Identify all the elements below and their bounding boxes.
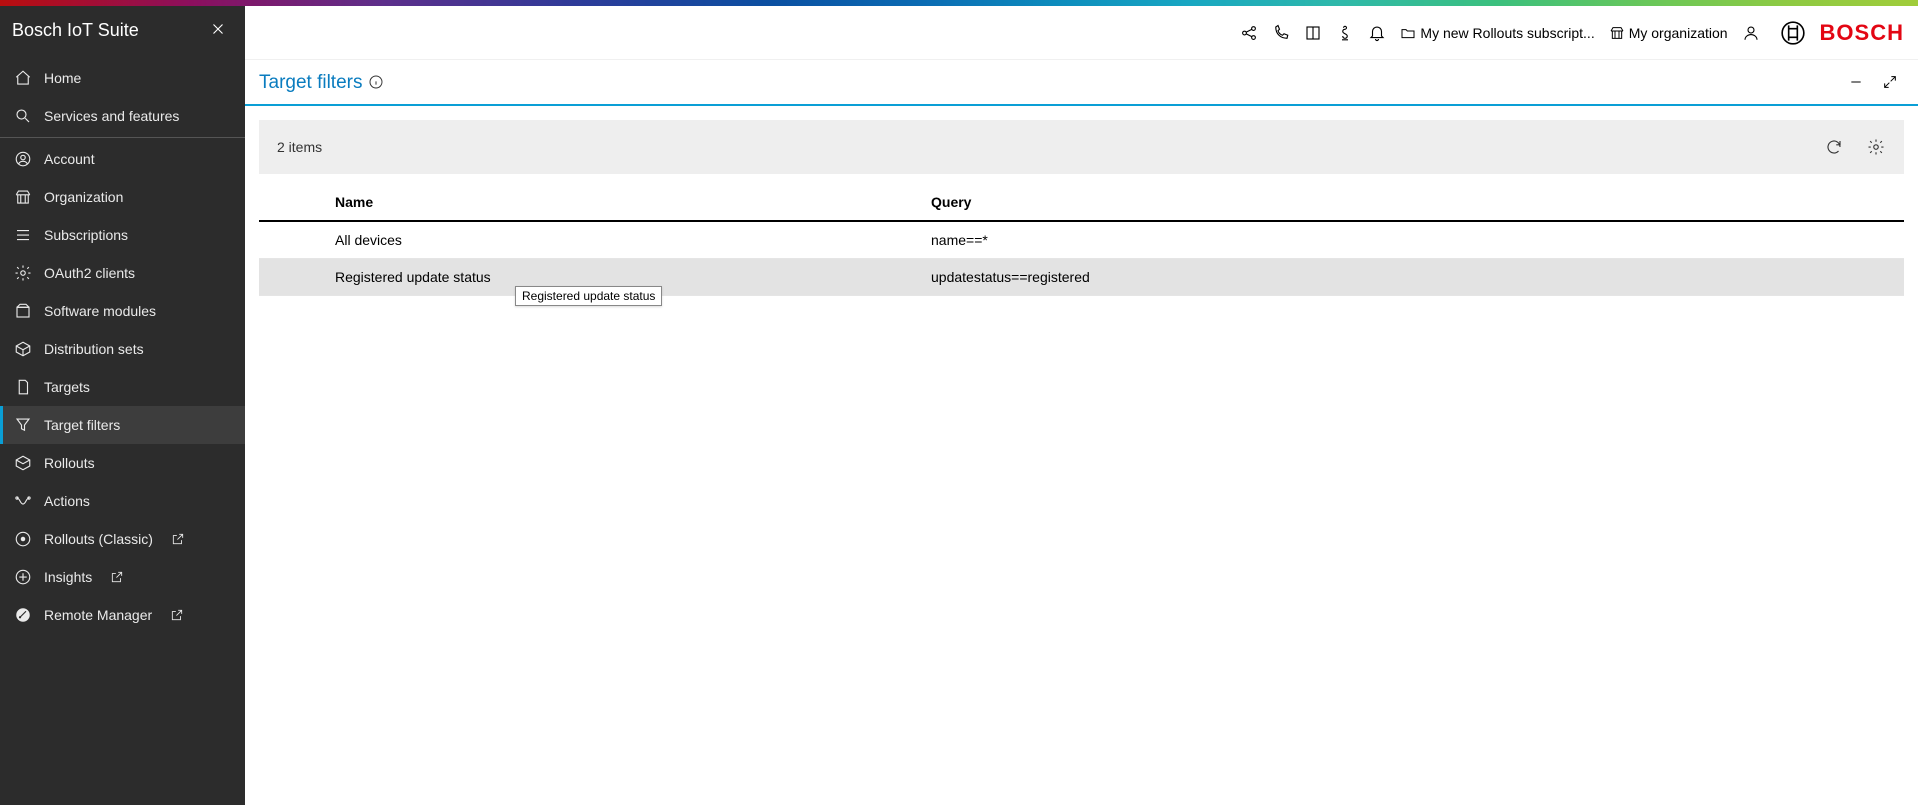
sidebar-item-services[interactable]: Services and features	[0, 97, 245, 135]
sidebar-item-label: Subscriptions	[44, 227, 128, 243]
actions-icon	[14, 492, 32, 510]
expand-icon[interactable]	[1882, 74, 1898, 93]
sidebar-item-label: OAuth2 clients	[44, 265, 135, 281]
main: My new Rollouts subscript... My organiza…	[245, 6, 1918, 805]
sidebar-item-distribution-sets[interactable]: Distribution sets	[0, 330, 245, 368]
sidebar-item-label: Targets	[44, 379, 90, 395]
subscription-link[interactable]: My new Rollouts subscript...	[1396, 25, 1598, 41]
external-link-icon	[171, 532, 185, 546]
sidebar-item-label: Insights	[44, 569, 92, 585]
page-header: Target filters	[245, 60, 1918, 106]
user-icon[interactable]	[1738, 20, 1764, 46]
settings-icon[interactable]	[1866, 137, 1886, 157]
item-count: 2 items	[277, 139, 322, 155]
sidebar-item-label: Account	[44, 151, 95, 167]
sidebar: Bosch IoT Suite Home Services and featur…	[0, 6, 245, 805]
home-icon	[14, 69, 32, 87]
page-title: Target filters	[259, 72, 362, 94]
table-header-row: Name Query	[259, 184, 1904, 221]
book-icon[interactable]	[1300, 20, 1326, 46]
circle-dot-icon	[14, 530, 32, 548]
sidebar-item-targets[interactable]: Targets	[0, 368, 245, 406]
sidebar-divider	[0, 137, 245, 138]
filter-icon	[14, 416, 32, 434]
sidebar-item-insights[interactable]: Insights	[0, 558, 245, 596]
app-title: Bosch IoT Suite	[12, 20, 139, 41]
subscription-label: My new Rollouts subscript...	[1420, 25, 1594, 41]
sidebar-item-home[interactable]: Home	[0, 59, 245, 97]
filters-table: Name Query All devices name==* Registere…	[259, 184, 1904, 296]
cube-icon	[14, 454, 32, 472]
sidebar-item-actions[interactable]: Actions	[0, 482, 245, 520]
insights-icon	[14, 568, 32, 586]
list-icon	[14, 226, 32, 244]
organization-label: My organization	[1629, 25, 1728, 41]
organization-link[interactable]: My organization	[1605, 25, 1732, 41]
bosch-wordmark: BOSCH	[1820, 20, 1904, 46]
legal-icon[interactable]	[1332, 20, 1358, 46]
remote-icon	[14, 606, 32, 624]
sidebar-item-label: Distribution sets	[44, 341, 144, 357]
sidebar-item-label: Organization	[44, 189, 123, 205]
sidebar-item-oauth2[interactable]: OAuth2 clients	[0, 254, 245, 292]
bosch-logo-ring	[1778, 20, 1808, 46]
sidebar-item-rollouts[interactable]: Rollouts	[0, 444, 245, 482]
tooltip: Registered update status	[515, 286, 662, 306]
sidebar-item-label: Rollouts (Classic)	[44, 531, 153, 547]
sidebar-item-label: Software modules	[44, 303, 156, 319]
topbar: My new Rollouts subscript... My organiza…	[245, 6, 1918, 60]
info-icon[interactable]	[368, 74, 384, 93]
share-icon[interactable]	[1236, 20, 1262, 46]
sidebar-item-subscriptions[interactable]: Subscriptions	[0, 216, 245, 254]
box-icon	[14, 340, 32, 358]
external-link-icon	[110, 570, 124, 584]
table-row[interactable]: Registered update status updatestatus==r…	[259, 259, 1904, 296]
column-header-name[interactable]: Name	[323, 184, 919, 221]
gear-icon	[14, 264, 32, 282]
close-sidebar-button[interactable]	[209, 20, 227, 41]
table-toolbar: 2 items	[259, 120, 1904, 174]
sidebar-item-target-filters[interactable]: Target filters	[0, 406, 245, 444]
minimize-icon[interactable]	[1848, 74, 1864, 93]
sidebar-item-rollouts-classic[interactable]: Rollouts (Classic)	[0, 520, 245, 558]
bell-icon[interactable]	[1364, 20, 1390, 46]
refresh-icon[interactable]	[1824, 137, 1844, 157]
external-link-icon	[170, 608, 184, 622]
folder-icon	[1400, 25, 1416, 41]
sidebar-item-label: Rollouts	[44, 455, 95, 471]
sidebar-item-account[interactable]: Account	[0, 140, 245, 178]
column-header-query[interactable]: Query	[919, 184, 1904, 221]
user-icon	[14, 150, 32, 168]
table-row[interactable]: All devices name==*	[259, 221, 1904, 259]
organization-icon	[14, 188, 32, 206]
phone-icon[interactable]	[1268, 20, 1294, 46]
search-icon	[14, 107, 32, 125]
package-icon	[14, 302, 32, 320]
sidebar-item-organization[interactable]: Organization	[0, 178, 245, 216]
sidebar-item-label: Services and features	[44, 108, 179, 124]
row-name: All devices	[323, 221, 919, 259]
row-query: name==*	[919, 221, 1904, 259]
sidebar-item-label: Home	[44, 70, 81, 86]
sidebar-item-label: Target filters	[44, 417, 120, 433]
sidebar-item-software-modules[interactable]: Software modules	[0, 292, 245, 330]
sidebar-item-remote-manager[interactable]: Remote Manager	[0, 596, 245, 634]
sidebar-item-label: Actions	[44, 493, 90, 509]
document-icon	[14, 378, 32, 396]
sidebar-item-label: Remote Manager	[44, 607, 152, 623]
row-query: updatestatus==registered	[919, 259, 1904, 296]
organization-icon	[1609, 25, 1625, 41]
